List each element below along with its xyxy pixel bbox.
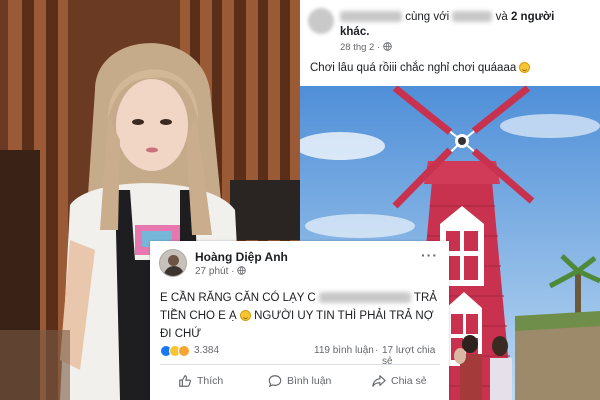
engagement-stats: 3.384 119 bình luận · 17 lượt chia sẻ bbox=[160, 345, 442, 367]
smile-emoji-icon bbox=[239, 310, 251, 322]
globe-icon bbox=[383, 42, 392, 51]
like-icon bbox=[179, 375, 191, 387]
with-text: cùng với bbox=[405, 11, 450, 23]
like-label: Thích bbox=[197, 375, 224, 387]
comment-label: Bình luận bbox=[287, 375, 332, 387]
post-time[interactable]: 27 phút · bbox=[195, 266, 234, 277]
comment-icon bbox=[268, 375, 282, 388]
post-actions: Thích Bình luận Chia sẻ bbox=[160, 369, 442, 395]
others-suffix[interactable]: khác. bbox=[340, 26, 369, 38]
smile-emoji-icon bbox=[519, 62, 531, 74]
post-top-status: Chơi lâu quá rồiii chắc nghỉ chơi quáaaa bbox=[310, 62, 531, 74]
more-options-button[interactable]: ··· bbox=[421, 247, 438, 263]
post-top-meta: 28 thg 2 · bbox=[340, 42, 392, 53]
body-part-2: TRẢ bbox=[413, 292, 437, 304]
post-date[interactable]: 28 thg 2 · bbox=[340, 42, 380, 53]
facebook-post-top: cùng với và 2 người khác. 28 thg 2 · Chơ… bbox=[300, 0, 600, 86]
share-icon bbox=[372, 375, 386, 387]
actions-divider bbox=[160, 364, 440, 365]
wow-reaction-icon bbox=[178, 345, 190, 357]
others-link[interactable]: 2 người bbox=[511, 11, 554, 23]
body-part-3: TIỀN CHO E Ạ bbox=[160, 310, 237, 322]
facebook-post-overlay: Hoàng Diệp Anh 27 phút · ··· E CẦN RĂNG … bbox=[150, 241, 449, 400]
post-body: E CẦN RĂNG CĂN CÓ LẠY C TRẢ TIỀN CHO E Ạ… bbox=[160, 289, 444, 343]
stats-separator: · bbox=[375, 345, 379, 356]
globe-icon bbox=[237, 266, 246, 275]
share-button[interactable]: Chia sẻ bbox=[372, 369, 427, 393]
author-name[interactable]: Hoàng Diệp Anh bbox=[195, 250, 288, 264]
reaction-count[interactable]: 3.384 bbox=[194, 345, 219, 356]
author-avatar[interactable] bbox=[159, 249, 187, 277]
body-part-4: NGƯỜI UY TIN THÌ PHẢI TRẢ NỢ bbox=[254, 310, 434, 322]
status-text: Chơi lâu quá rồiii chắc nghỉ chơi quáaaa bbox=[310, 62, 517, 74]
blurred-tagged-name[interactable] bbox=[452, 11, 493, 23]
body-part-1: E CẦN RĂNG CĂN CÓ LẠY C bbox=[160, 292, 316, 304]
blurred-mentioned-name[interactable] bbox=[318, 292, 411, 304]
share-label: Chia sẻ bbox=[391, 375, 427, 387]
avatar-blurred[interactable] bbox=[308, 8, 334, 34]
and-text: và bbox=[495, 11, 508, 23]
comment-button[interactable]: Bình luận bbox=[268, 369, 331, 393]
blurred-author-name[interactable] bbox=[340, 11, 402, 23]
post-top-header: cùng với và 2 người bbox=[340, 10, 595, 24]
like-button[interactable]: Thích bbox=[178, 369, 223, 393]
body-part-5: ĐI CHỨ bbox=[160, 328, 202, 340]
post-meta: 27 phút · bbox=[195, 266, 246, 277]
comment-count[interactable]: 119 bình luận bbox=[314, 345, 374, 356]
